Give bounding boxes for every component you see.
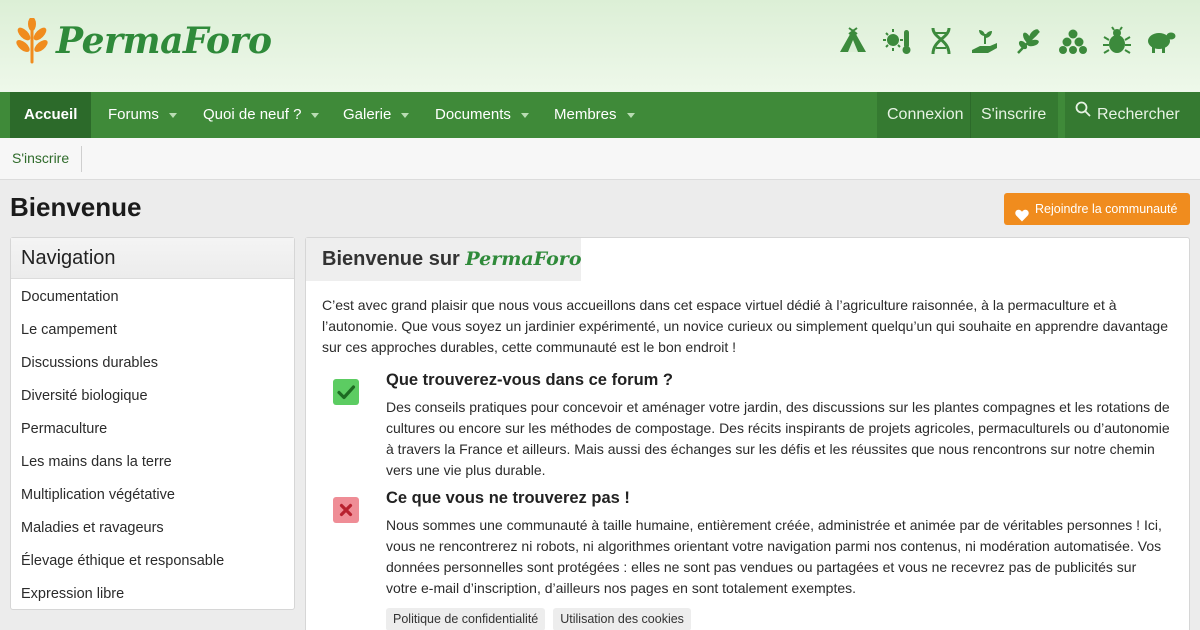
sidebar-item-mains-terre[interactable]: Les mains dans la terre [11, 450, 294, 483]
nav-gallery[interactable]: Galerie [343, 92, 410, 138]
nav-home[interactable]: Accueil [10, 92, 92, 138]
nav-members[interactable]: Membres [554, 92, 635, 138]
sidebar-item-discussions[interactable]: Discussions durables [11, 351, 294, 384]
dna-icon[interactable] [926, 26, 956, 56]
sidebar-item-multiplication[interactable]: Multiplication végétative [11, 483, 294, 516]
nav-forums[interactable]: Forums [108, 92, 177, 138]
leaf-branch-icon[interactable] [1014, 26, 1044, 56]
chevron-down-icon[interactable] [401, 112, 410, 118]
feature-text: Des conseils pratiques pour concevoir et… [386, 399, 1170, 478]
feature-title: Ce que vous ne trouverez pas ! [386, 489, 630, 507]
welcome-title: Bienvenue sur PermaForo [322, 248, 582, 271]
feature-title: Que trouverez-vous dans ce forum ? [386, 371, 673, 389]
privacy-policy-link[interactable]: Politique de confidentialité [386, 608, 546, 630]
chevron-down-icon[interactable] [168, 112, 177, 118]
search-icon [1075, 90, 1091, 136]
nav-whats-new[interactable]: Quoi de neuf ? [203, 92, 320, 138]
nav-members-label: Membres [554, 106, 617, 123]
site-header: PermaForo [0, 0, 1200, 92]
chevron-down-icon[interactable] [311, 112, 320, 118]
sun-thermometer-icon[interactable] [882, 26, 912, 56]
policy-links: Politique de confidentialité Utilisation… [386, 608, 691, 630]
sidebar-item-elevage[interactable]: Élevage éthique et responsable [11, 549, 294, 582]
welcome-title-prefix: Bienvenue sur [322, 248, 460, 270]
feature-text: Nous sommes une communauté à taille huma… [386, 517, 1162, 596]
welcome-header: Bienvenue sur PermaForo [306, 238, 582, 281]
site-name: PermaForo [56, 20, 272, 62]
sidebar-title: Navigation [11, 238, 294, 279]
join-community-label: Rejoindre la communauté [1035, 202, 1178, 216]
sub-navigation: S'inscrire [0, 138, 1200, 180]
sidebar-item-campement[interactable]: Le campement [11, 318, 294, 351]
welcome-panel: Bienvenue sur PermaForo C’est avec grand… [305, 237, 1190, 630]
join-community-button[interactable]: Rejoindre la communauté [1004, 193, 1190, 225]
check-icon [333, 379, 359, 405]
site-logo[interactable]: PermaForo [14, 18, 272, 64]
seeds-icon[interactable] [1058, 26, 1088, 56]
subnav-divider [81, 146, 82, 172]
login-link[interactable]: Connexion [877, 92, 970, 138]
nav-gallery-label: Galerie [343, 106, 392, 123]
sidebar-item-biodiversite[interactable]: Diversité biologique [11, 384, 294, 417]
heart-icon [1015, 202, 1029, 234]
welcome-title-brand: PermaForo [465, 248, 582, 270]
welcome-intro: C’est avec grand plaisir que nous vous a… [322, 297, 1168, 355]
chevron-down-icon[interactable] [520, 112, 529, 118]
register-link[interactable]: S'inscrire [971, 92, 1058, 138]
nav-whats-new-label: Quoi de neuf ? [203, 106, 302, 123]
theme-icon-bar [838, 26, 1176, 56]
cookies-policy-link[interactable]: Utilisation des cookies [553, 608, 691, 630]
main-navigation: Accueil Forums Quoi de neuf ? Galerie Do… [0, 92, 1200, 138]
nav-documents-label: Documents [435, 106, 511, 123]
sidebar-navigation: Navigation Documentation Le campement Di… [10, 237, 295, 610]
nav-documents[interactable]: Documents [435, 92, 529, 138]
search-button[interactable]: Rechercher [1065, 92, 1200, 138]
cross-icon [333, 497, 359, 523]
sidebar-item-expression[interactable]: Expression libre [11, 582, 294, 615]
hand-seedling-icon[interactable] [970, 26, 1000, 56]
nav-forums-label: Forums [108, 106, 159, 123]
subnav-register-link[interactable]: S'inscrire [12, 150, 69, 166]
sidebar-list: Documentation Le campement Discussions d… [11, 279, 294, 615]
sheep-icon[interactable] [1146, 26, 1176, 56]
page-title: Bienvenue [10, 192, 142, 222]
sidebar-item-permaculture[interactable]: Permaculture [11, 417, 294, 450]
wheat-icon [14, 18, 50, 64]
bug-icon[interactable] [1102, 26, 1132, 56]
search-label: Rechercher [1097, 106, 1180, 123]
tent-icon[interactable] [838, 26, 868, 56]
sidebar-item-documentation[interactable]: Documentation [11, 285, 294, 318]
sidebar-item-maladies[interactable]: Maladies et ravageurs [11, 516, 294, 549]
chevron-down-icon[interactable] [626, 112, 635, 118]
